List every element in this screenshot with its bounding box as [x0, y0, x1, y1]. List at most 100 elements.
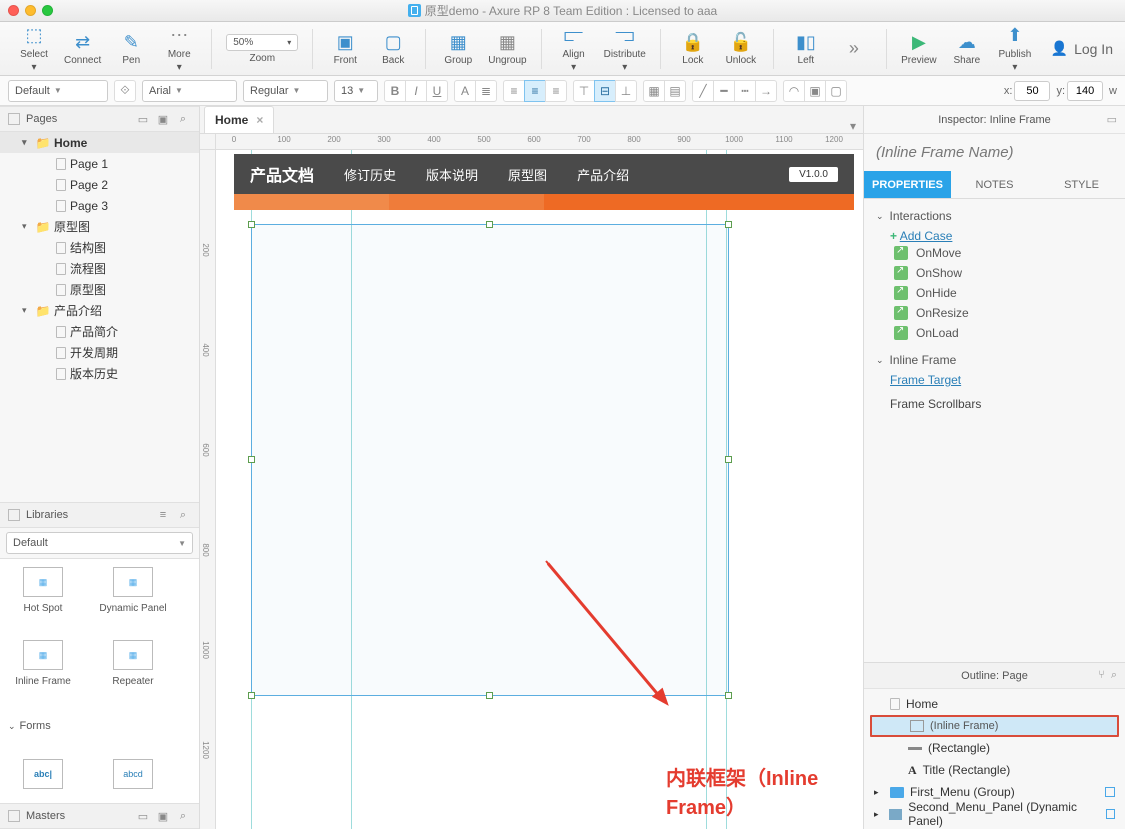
- outline-item[interactable]: ▸Second_Menu_Panel (Dynamic Panel): [870, 803, 1119, 825]
- page-tree-item[interactable]: 流程图: [0, 258, 199, 279]
- corner-button[interactable]: ◠: [783, 80, 805, 102]
- widget-name-field[interactable]: (Inline Frame Name): [864, 134, 1125, 171]
- pen-tool[interactable]: ✎Pen: [109, 29, 153, 68]
- tab-notes[interactable]: NOTES: [951, 171, 1038, 198]
- tab-style[interactable]: STYLE: [1038, 171, 1125, 198]
- outline-item[interactable]: Home: [870, 693, 1119, 715]
- event-item[interactable]: OnShow: [876, 263, 1113, 283]
- line-style-button[interactable]: ┅: [734, 80, 756, 102]
- page-tree-item[interactable]: 版本历史: [0, 363, 199, 384]
- fill-color-button[interactable]: ▦: [643, 80, 665, 102]
- event-item[interactable]: OnHide: [876, 283, 1113, 303]
- search-icon[interactable]: ⌕: [175, 808, 191, 824]
- left-button[interactable]: ▮▯Left: [784, 29, 828, 68]
- back-button[interactable]: ▢Back: [371, 29, 415, 68]
- library-widget[interactable]: ▦Repeater: [98, 640, 168, 693]
- add-master-icon[interactable]: ▭: [135, 808, 151, 824]
- share-button[interactable]: ☁Share: [945, 29, 989, 68]
- outline-item[interactable]: (Inline Frame): [870, 715, 1119, 737]
- page-tree-item[interactable]: 开发周期: [0, 342, 199, 363]
- search-icon[interactable]: ⌕: [175, 507, 191, 523]
- opacity-button[interactable]: ▤: [664, 80, 686, 102]
- collapse-icon[interactable]: [8, 810, 20, 822]
- add-case-link[interactable]: Add Case: [900, 229, 953, 243]
- forms-section[interactable]: ⌄ Forms: [8, 713, 191, 739]
- add-folder-icon[interactable]: ▣: [155, 111, 171, 127]
- event-item[interactable]: OnMove: [876, 243, 1113, 263]
- connect-tool[interactable]: ⇄Connect: [60, 29, 105, 68]
- line-width-button[interactable]: ━: [713, 80, 735, 102]
- shadow-out-button[interactable]: ▣: [804, 80, 826, 102]
- pages-tree[interactable]: ▾📁HomePage 1Page 2Page 3▾📁原型图结构图流程图原型图▾📁…: [0, 132, 199, 502]
- size-select[interactable]: 13▼: [334, 80, 378, 102]
- library-select[interactable]: Default▼: [6, 532, 193, 554]
- canvas[interactable]: 产品文档 修订历史 版本说明 原型图 产品介绍 V1.0.0: [216, 150, 863, 829]
- library-widget[interactable]: ▦Inline Frame: [8, 640, 78, 693]
- page-tree-item[interactable]: 原型图: [0, 279, 199, 300]
- valign-top-button[interactable]: ⊤: [573, 80, 595, 102]
- library-widget[interactable]: ▦Dynamic Panel: [98, 567, 168, 620]
- overflow-button[interactable]: »: [832, 36, 876, 62]
- library-menu-icon[interactable]: ≡: [155, 507, 171, 523]
- select-tool[interactable]: ⬚Select▾: [12, 23, 56, 75]
- login-button[interactable]: 👤Log In: [1051, 40, 1113, 57]
- page-tree-item[interactable]: ▾📁原型图: [0, 216, 199, 237]
- italic-button[interactable]: I: [405, 80, 427, 102]
- more-tool[interactable]: ⋯More▾: [157, 23, 201, 75]
- event-item[interactable]: OnResize: [876, 303, 1113, 323]
- shadow-in-button[interactable]: ▢: [825, 80, 847, 102]
- search-icon[interactable]: ⌕: [1111, 669, 1117, 682]
- tab-properties[interactable]: PROPERTIES: [864, 171, 951, 198]
- collapse-icon[interactable]: [8, 113, 20, 125]
- group-button[interactable]: ▦Group: [436, 29, 480, 68]
- bullets-button[interactable]: ≣: [475, 80, 497, 102]
- page-tree-item[interactable]: 结构图: [0, 237, 199, 258]
- page-tree-item[interactable]: ▾📁Home: [0, 132, 199, 153]
- form-widget[interactable]: abc|: [8, 759, 78, 795]
- style-painter-icon[interactable]: ⟐: [114, 80, 136, 102]
- page-tree-item[interactable]: Page 1: [0, 153, 199, 174]
- form-widget[interactable]: abcd: [98, 759, 168, 795]
- text-color-button[interactable]: A: [454, 80, 476, 102]
- preview-button[interactable]: ▶Preview: [897, 29, 941, 68]
- front-button[interactable]: ▣Front: [323, 29, 367, 68]
- underline-button[interactable]: U: [426, 80, 448, 102]
- publish-button[interactable]: ⬆Publish▾: [993, 23, 1037, 75]
- outline-tree[interactable]: Home(Inline Frame)(Rectangle)ATitle (Rec…: [864, 689, 1125, 829]
- search-icon[interactable]: ⌕: [175, 111, 191, 127]
- selection-inline-frame[interactable]: [251, 224, 729, 696]
- inspector-menu-icon[interactable]: ▭: [1107, 113, 1117, 126]
- lock-button[interactable]: 🔒Lock: [671, 29, 715, 68]
- valign-middle-button[interactable]: ⊟: [594, 80, 616, 102]
- collapse-icon[interactable]: [8, 509, 20, 521]
- valign-bottom-button[interactable]: ⊥: [615, 80, 637, 102]
- align-left-button[interactable]: ≡: [503, 80, 525, 102]
- canvas-area[interactable]: 0100200300400500600700800900100011001200…: [200, 134, 863, 829]
- library-widget[interactable]: ▦Hot Spot: [8, 567, 78, 620]
- add-page-icon[interactable]: ▭: [135, 111, 151, 127]
- inline-frame-section[interactable]: ⌄Inline Frame: [876, 353, 1113, 367]
- unlock-button[interactable]: 🔓Unlock: [719, 29, 763, 68]
- align-right-button[interactable]: ≡: [545, 80, 567, 102]
- bold-button[interactable]: B: [384, 80, 406, 102]
- align-center-button[interactable]: ≡: [524, 80, 546, 102]
- close-tab-icon[interactable]: ×: [256, 113, 263, 127]
- interactions-section[interactable]: ⌄Interactions: [876, 209, 1113, 223]
- ungroup-button[interactable]: ▦Ungroup: [484, 29, 530, 68]
- page-tree-item[interactable]: 产品简介: [0, 321, 199, 342]
- arrow-style-button[interactable]: →: [755, 80, 777, 102]
- tabs-menu-icon[interactable]: ▾: [843, 119, 863, 133]
- align-button[interactable]: ⫍Align▾: [552, 23, 596, 75]
- filter-icon[interactable]: ⑂: [1098, 669, 1105, 682]
- outline-item[interactable]: ATitle (Rectangle): [870, 759, 1119, 781]
- distribute-button[interactable]: ⫎Distribute▾: [600, 23, 650, 75]
- font-select[interactable]: Arial▼: [142, 80, 237, 102]
- document-tab[interactable]: Home×: [204, 106, 274, 133]
- weight-select[interactable]: Regular▼: [243, 80, 328, 102]
- frame-target-link[interactable]: Frame Target: [890, 373, 961, 387]
- event-item[interactable]: OnLoad: [876, 323, 1113, 343]
- x-input[interactable]: [1014, 81, 1050, 101]
- page-tree-item[interactable]: ▾📁产品介绍: [0, 300, 199, 321]
- outline-item[interactable]: (Rectangle): [870, 737, 1119, 759]
- add-folder-icon[interactable]: ▣: [155, 808, 171, 824]
